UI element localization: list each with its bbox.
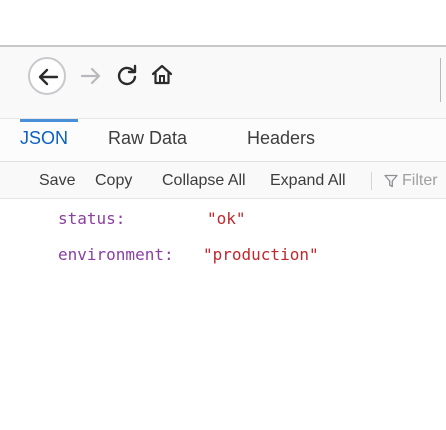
save-button[interactable]: Save	[39, 172, 75, 190]
tab-json[interactable]: JSON	[20, 128, 68, 149]
funnel-icon	[384, 174, 398, 188]
collapse-all-button[interactable]: Collapse All	[162, 172, 246, 190]
json-key: status:	[58, 209, 126, 228]
right-arrow-icon	[80, 67, 101, 85]
tab-raw-data[interactable]: Raw Data	[108, 128, 187, 149]
reload-button[interactable]	[115, 64, 139, 88]
window-top-band	[0, 0, 446, 46]
toolbar-separator	[371, 172, 372, 190]
home-button[interactable]	[150, 63, 174, 87]
json-value: "ok"	[207, 209, 246, 228]
forward-button[interactable]	[80, 66, 102, 86]
filter-input[interactable]	[398, 168, 446, 194]
copy-button[interactable]: Copy	[95, 172, 132, 190]
active-tab-indicator	[20, 119, 78, 122]
home-icon	[151, 64, 173, 85]
json-row-status[interactable]: status: "ok"	[0, 203, 446, 237]
json-row-environment[interactable]: environment: "production"	[0, 237, 446, 271]
browser-navigation-bar	[0, 47, 446, 119]
json-value: "production"	[203, 245, 319, 264]
toolbar-border	[0, 198, 446, 199]
expand-all-button[interactable]: Expand All	[270, 172, 346, 190]
left-arrow-icon	[38, 68, 59, 86]
back-button[interactable]	[28, 57, 66, 95]
reload-icon	[117, 64, 137, 86]
tab-headers[interactable]: Headers	[247, 128, 315, 149]
json-key: environment:	[58, 245, 174, 264]
url-bar-edge[interactable]	[440, 58, 441, 102]
